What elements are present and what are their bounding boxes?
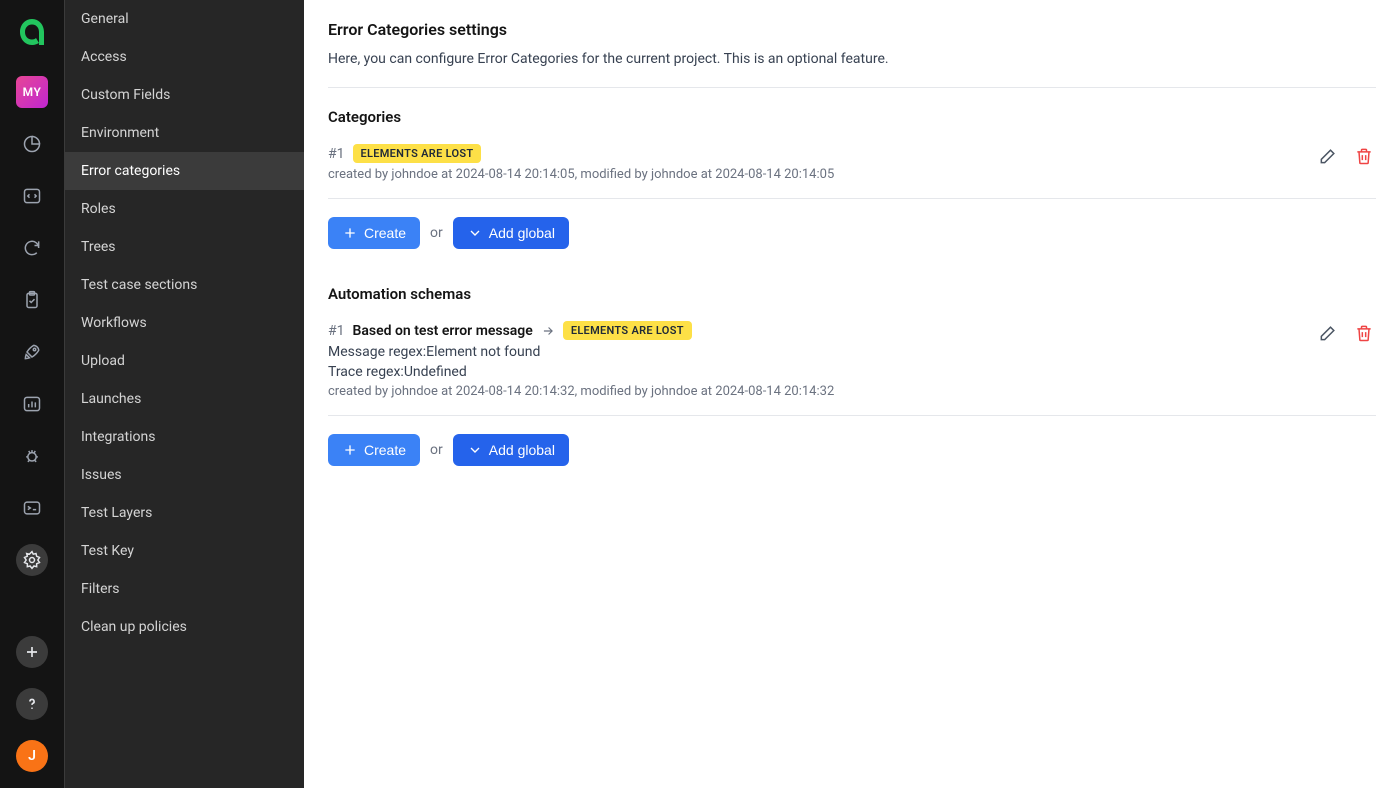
- schemas-title: Automation schemas: [328, 285, 1376, 303]
- submenu-item-clean-up-policies[interactable]: Clean up policies: [65, 608, 304, 646]
- add-global-label: Add global: [489, 442, 555, 458]
- icon-rail: MY: [0, 0, 64, 788]
- bar-chart-icon[interactable]: [16, 388, 48, 420]
- schema-row: #1 Based on test error message ELEMENTS …: [328, 321, 1376, 399]
- main-content: Error Categories settings Here, you can …: [304, 0, 1400, 788]
- submenu-item-issues[interactable]: Issues: [65, 456, 304, 494]
- submenu-item-workflows[interactable]: Workflows: [65, 304, 304, 342]
- add-global-schema-button[interactable]: Add global: [453, 434, 569, 466]
- schema-message-regex: Message regex:Element not found: [328, 344, 834, 360]
- edit-icon[interactable]: [1316, 321, 1340, 345]
- submenu-item-filters[interactable]: Filters: [65, 570, 304, 608]
- submenu-item-launches[interactable]: Launches: [65, 380, 304, 418]
- submenu-item-upload[interactable]: Upload: [65, 342, 304, 380]
- categories-actions: Create or Add global: [328, 217, 1376, 249]
- page-description: Here, you can configure Error Categories…: [328, 51, 1376, 67]
- schema-name: Based on test error message: [353, 323, 533, 339]
- settings-submenu: General Access Custom Fields Environment…: [64, 0, 304, 788]
- or-label: or: [430, 442, 443, 458]
- app-logo[interactable]: [16, 16, 48, 52]
- user-avatar[interactable]: J: [16, 740, 48, 772]
- category-row: #1 ELEMENTS ARE LOST created by johndoe …: [328, 144, 1376, 182]
- or-label: or: [430, 225, 443, 241]
- help-icon[interactable]: [16, 688, 48, 720]
- submenu-item-custom-fields[interactable]: Custom Fields: [65, 76, 304, 114]
- submenu-item-trees[interactable]: Trees: [65, 228, 304, 266]
- create-label: Create: [364, 225, 406, 241]
- submenu-item-test-key[interactable]: Test Key: [65, 532, 304, 570]
- submenu-item-error-categories[interactable]: Error categories: [65, 152, 304, 190]
- code-icon[interactable]: [16, 180, 48, 212]
- schemas-actions: Create or Add global: [328, 434, 1376, 466]
- divider: [328, 87, 1376, 88]
- category-id: #1: [328, 146, 345, 162]
- rocket-icon[interactable]: [16, 336, 48, 368]
- categories-title: Categories: [328, 108, 1376, 126]
- add-global-category-button[interactable]: Add global: [453, 217, 569, 249]
- refresh-icon[interactable]: [16, 232, 48, 264]
- project-badge[interactable]: MY: [16, 76, 48, 108]
- bug-icon[interactable]: [16, 440, 48, 472]
- category-meta: created by johndoe at 2024-08-14 20:14:0…: [328, 167, 834, 182]
- terminal-icon[interactable]: [16, 492, 48, 524]
- create-label: Create: [364, 442, 406, 458]
- submenu-item-test-layers[interactable]: Test Layers: [65, 494, 304, 532]
- schema-trace-regex: Trace regex:Undefined: [328, 364, 834, 380]
- delete-icon[interactable]: [1352, 144, 1376, 168]
- divider: [328, 415, 1376, 416]
- schema-meta: created by johndoe at 2024-08-14 20:14:3…: [328, 384, 834, 399]
- submenu-item-environment[interactable]: Environment: [65, 114, 304, 152]
- clipboard-icon[interactable]: [16, 284, 48, 316]
- submenu-item-roles[interactable]: Roles: [65, 190, 304, 228]
- schema-tag: ELEMENTS ARE LOST: [563, 321, 692, 340]
- settings-icon[interactable]: [16, 544, 48, 576]
- submenu-item-test-case-sections[interactable]: Test case sections: [65, 266, 304, 304]
- create-schema-button[interactable]: Create: [328, 434, 420, 466]
- create-category-button[interactable]: Create: [328, 217, 420, 249]
- submenu-item-access[interactable]: Access: [65, 38, 304, 76]
- analytics-icon[interactable]: [16, 128, 48, 160]
- submenu-item-general[interactable]: General: [65, 0, 304, 38]
- arrow-right-icon: [541, 324, 555, 338]
- edit-icon[interactable]: [1316, 144, 1340, 168]
- category-tag: ELEMENTS ARE LOST: [353, 144, 482, 163]
- submenu-item-integrations[interactable]: Integrations: [65, 418, 304, 456]
- delete-icon[interactable]: [1352, 321, 1376, 345]
- divider: [328, 198, 1376, 199]
- schema-id: #1: [328, 323, 345, 339]
- page-title: Error Categories settings: [328, 20, 1376, 39]
- add-global-label: Add global: [489, 225, 555, 241]
- add-icon[interactable]: [16, 636, 48, 668]
